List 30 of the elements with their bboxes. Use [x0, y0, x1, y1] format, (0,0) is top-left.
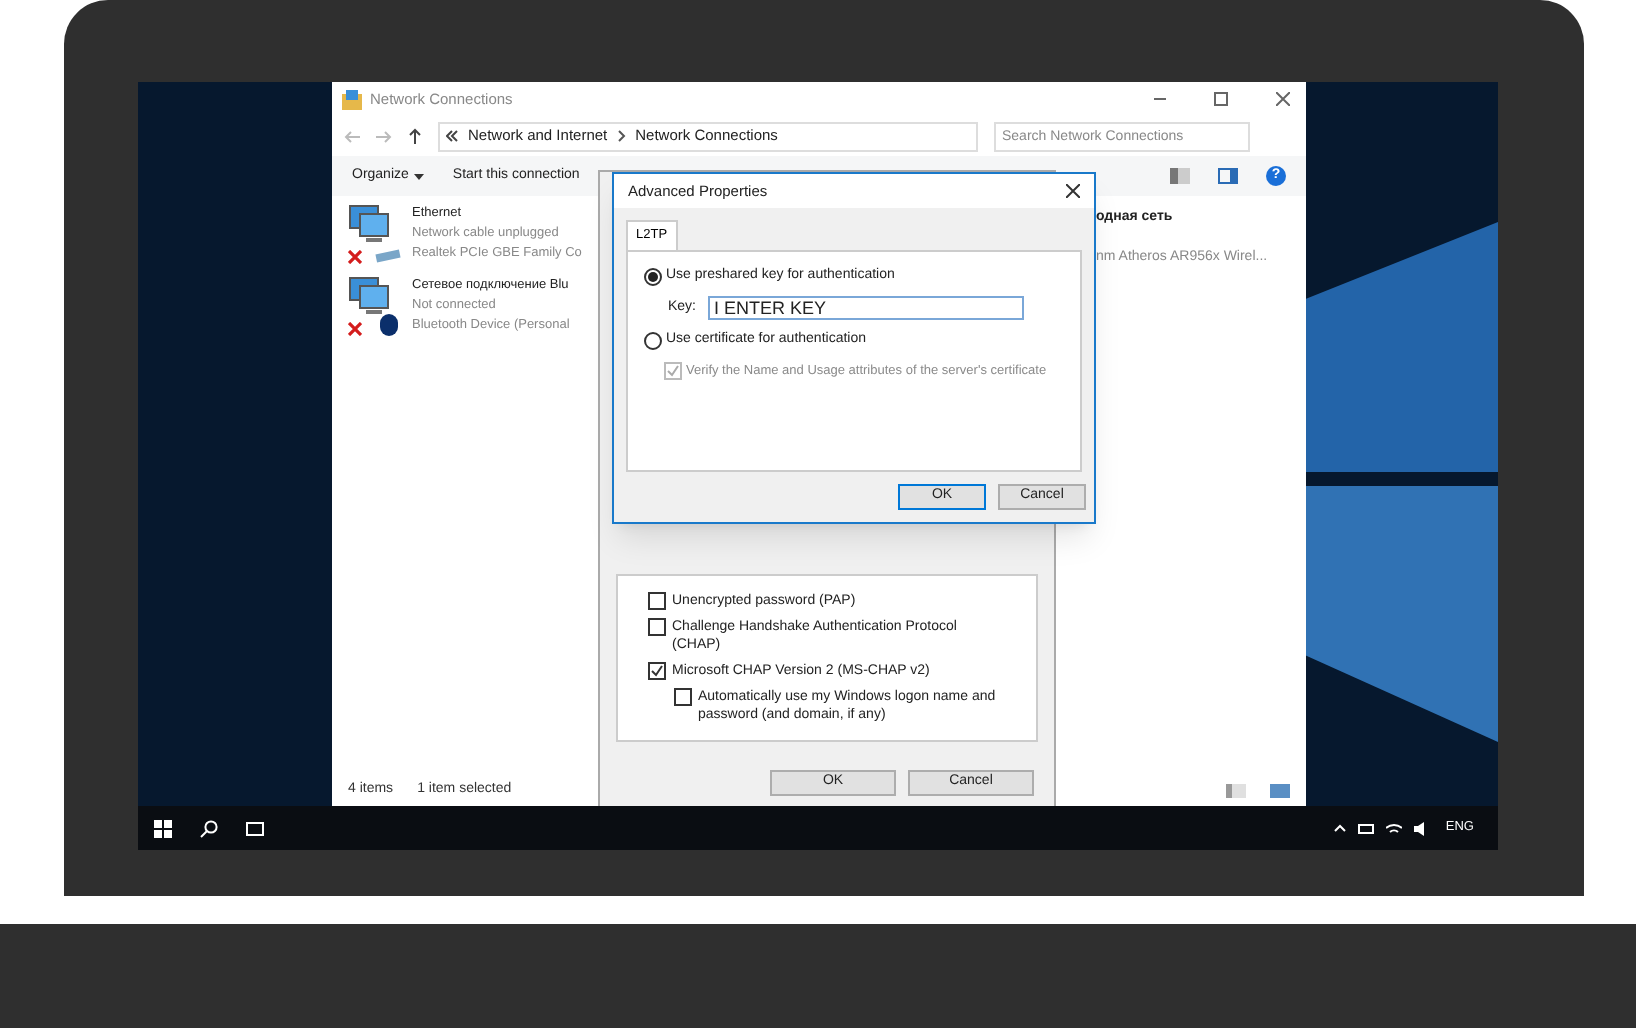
chevron-up-icon[interactable] — [1333, 824, 1346, 832]
start-icon[interactable] — [154, 819, 172, 837]
key-field[interactable]: I ENTER KEY — [708, 296, 1025, 321]
caret-icon — [414, 173, 425, 179]
search-icon[interactable] — [200, 819, 218, 837]
checkbox[interactable] — [648, 662, 666, 680]
up-arrow-icon[interactable] — [408, 128, 422, 144]
checkmark-icon — [666, 364, 680, 379]
radio-button[interactable] — [644, 332, 662, 350]
checkbox[interactable] — [674, 688, 692, 706]
close-icon[interactable] — [1066, 184, 1080, 198]
preview-pane-icon[interactable] — [1218, 168, 1238, 184]
computer-icon — [348, 276, 392, 320]
checkmark-icon — [650, 664, 664, 678]
double-chevron-icon — [446, 130, 458, 142]
details-view-icon[interactable] — [1226, 783, 1246, 797]
wifi-icon[interactable] — [1385, 821, 1402, 835]
radio-button[interactable] — [644, 267, 662, 285]
task-view-icon[interactable] — [246, 821, 264, 835]
checkbox[interactable] — [648, 618, 666, 636]
maximize-icon[interactable] — [1214, 92, 1228, 106]
battery-icon[interactable] — [1357, 823, 1374, 833]
view-options-icon[interactable] — [1170, 168, 1190, 184]
tiles-view-icon[interactable] — [1270, 783, 1290, 797]
network-folder-icon — [342, 89, 362, 109]
computer-icon — [348, 204, 392, 248]
close-icon[interactable] — [1276, 92, 1290, 106]
speaker-icon[interactable] — [1413, 821, 1430, 835]
checkbox[interactable] — [648, 592, 666, 610]
chevron-icon — [617, 130, 626, 142]
